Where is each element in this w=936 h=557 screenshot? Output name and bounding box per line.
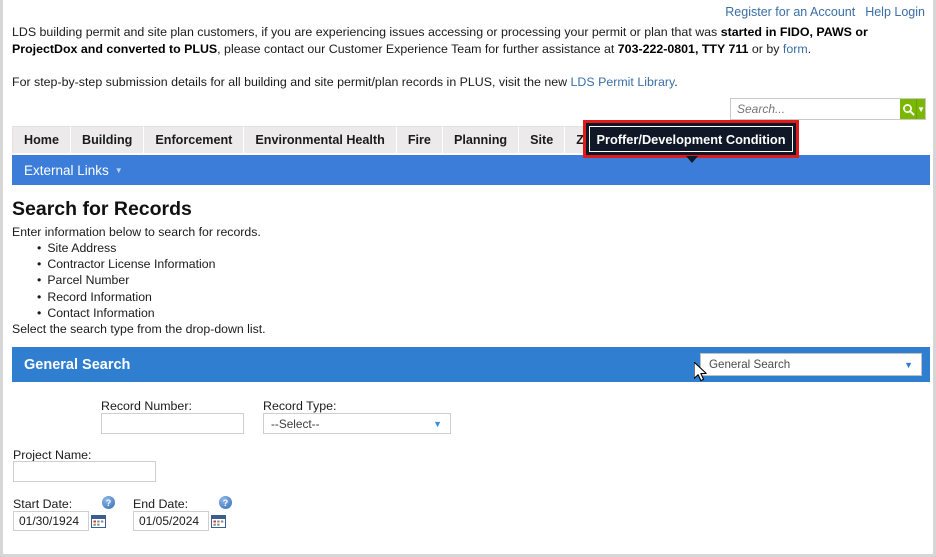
start-date-calendar-icon[interactable]	[91, 514, 106, 528]
announcement-banner: LDS building permit and site plan custom…	[12, 24, 930, 91]
announcement-line2: For step-by-step submission details for …	[12, 74, 930, 91]
tab-building[interactable]: Building	[71, 126, 145, 153]
record-type-dropdown[interactable]: --Select-- ▼	[263, 413, 451, 434]
search-input[interactable]	[731, 99, 900, 119]
announcement-phone: 703-222-0801, TTY 711	[617, 42, 749, 56]
records-select-note: Select the search type from the drop-dow…	[12, 322, 266, 336]
tab-fire[interactable]: Fire	[396, 126, 443, 153]
announcement-line2-part1: For step-by-step submission details for …	[12, 75, 571, 89]
module-tab-bar: Home Building Enforcement Environmental …	[12, 126, 631, 153]
list-item: Site Address	[37, 240, 215, 256]
announcement-line2-period: .	[674, 75, 678, 89]
tab-planning[interactable]: Planning	[442, 126, 520, 153]
tab-proffer-development-condition-label: Proffer/Development Condition	[589, 126, 793, 152]
tab-environmental-health[interactable]: Environmental Health	[244, 126, 397, 153]
tab-enforcement[interactable]: Enforcement	[144, 126, 245, 153]
record-type-label: Record Type:	[263, 399, 337, 413]
record-number-input[interactable]	[101, 413, 244, 434]
list-item: Parcel Number	[37, 272, 215, 288]
records-bullet-list: Site Address Contractor License Informat…	[37, 240, 215, 321]
announcement-line1-part1: LDS building permit and site plan custom…	[12, 25, 721, 39]
external-links-chevron-down-icon[interactable]: ▼	[115, 166, 123, 175]
end-date-question-help-icon[interactable]: ?	[219, 496, 232, 509]
search-type-dropdown-value: General Search	[709, 358, 791, 371]
help-link[interactable]: Help	[865, 5, 891, 19]
search-type-dropdown[interactable]: General Search ▼	[700, 353, 922, 376]
account-links-bar: Register for an Account Help Login	[725, 5, 925, 19]
list-item: Record Information	[37, 289, 215, 305]
external-links-bar: External Links ▼	[12, 155, 930, 185]
end-date-label: End Date:	[133, 497, 189, 511]
page-root: Register for an Account Help Login LDS bu…	[0, 0, 936, 557]
search-icon[interactable]	[900, 99, 917, 119]
project-name-label: Project Name:	[13, 448, 92, 462]
announcement-line1-part2: , please contact our Customer Experience…	[217, 42, 618, 56]
start-date-input[interactable]	[13, 511, 89, 531]
records-intro-text: Enter information below to search for re…	[12, 225, 261, 239]
start-date-question-help-icon[interactable]: ?	[102, 496, 115, 509]
general-search-header: General Search General Search ▼	[12, 347, 930, 382]
announcement-line1-period: .	[807, 42, 812, 56]
login-link[interactable]: Login	[894, 5, 925, 19]
site-search-box[interactable]: ▼	[730, 98, 926, 120]
tooltip-pointer-icon	[686, 156, 698, 163]
page-title: Search for Records	[12, 198, 192, 220]
end-date-calendar-icon[interactable]	[211, 514, 226, 528]
general-search-title: General Search	[24, 356, 131, 373]
record-type-chevron-down-icon: ▼	[433, 418, 442, 429]
search-options-chevron-down-icon[interactable]: ▼	[916, 99, 925, 119]
end-date-input[interactable]	[133, 511, 209, 531]
register-account-link[interactable]: Register for an Account	[725, 5, 855, 19]
project-name-input[interactable]	[13, 461, 156, 482]
record-type-value: --Select--	[271, 416, 320, 431]
external-links-menu[interactable]: External Links	[24, 163, 109, 178]
tab-home[interactable]: Home	[12, 126, 71, 153]
contact-form-link[interactable]: form	[783, 42, 808, 56]
tab-site[interactable]: Site	[519, 126, 566, 153]
tab-proffer-development-condition[interactable]: Proffer/Development Condition	[583, 120, 799, 158]
announcement-line1-part3: or by	[748, 42, 783, 56]
list-item: Contractor License Information	[37, 256, 215, 272]
record-number-label: Record Number:	[101, 399, 192, 413]
search-type-chevron-down-icon: ▼	[904, 359, 913, 370]
list-item: Contact Information	[37, 305, 215, 321]
lds-permit-library-link[interactable]: LDS Permit Library	[571, 75, 675, 89]
start-date-label: Start Date:	[13, 497, 73, 511]
